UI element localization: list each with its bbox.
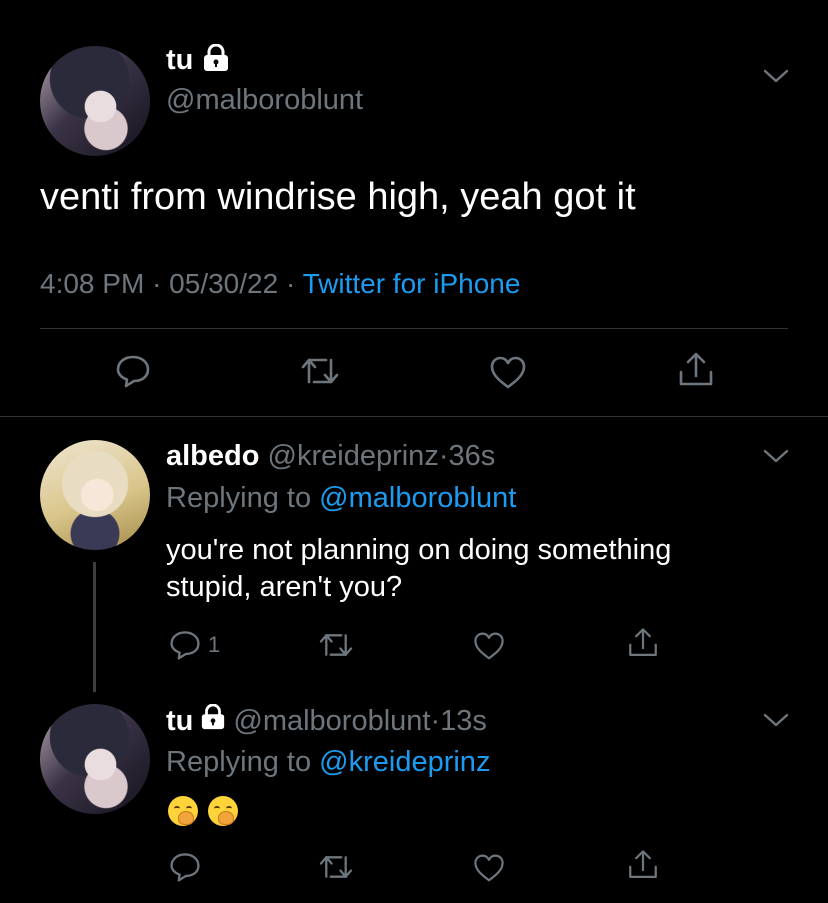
retweet-icon <box>300 354 340 388</box>
reply-count: 1 <box>208 632 221 657</box>
handle[interactable]: @malboroblunt <box>166 84 363 117</box>
share-icon <box>676 350 716 390</box>
retweet-icon <box>318 852 354 882</box>
retweet-button[interactable] <box>318 852 354 882</box>
retweet-icon <box>318 630 354 660</box>
meta-separator: · <box>430 704 441 737</box>
like-icon <box>472 852 506 883</box>
source-client-link[interactable]: Twitter for iPhone <box>303 268 521 299</box>
reply-icon <box>168 850 202 884</box>
like-button[interactable] <box>472 630 506 661</box>
face-with-hand-over-mouth-emoji <box>208 796 238 826</box>
tweet-time: 4:08 PM <box>40 268 145 299</box>
replying-to-handle[interactable]: @kreideprinz <box>319 746 490 778</box>
tweet-text-line: you're not planning on doing something <box>166 534 672 566</box>
tweet-date: 05/30/22 <box>169 268 279 299</box>
share-button[interactable] <box>626 848 660 882</box>
like-button[interactable] <box>472 852 506 883</box>
share-button[interactable] <box>676 350 716 390</box>
display-name[interactable]: tu <box>166 705 193 738</box>
handle[interactable]: @malboroblunt <box>233 705 430 737</box>
share-icon <box>626 848 660 882</box>
like-icon <box>472 630 506 661</box>
meta-separator: · <box>152 268 162 299</box>
face-with-hand-over-mouth-emoji <box>168 796 198 826</box>
meta-separator: · <box>285 268 296 299</box>
display-name[interactable]: albedo <box>166 440 259 472</box>
reply-button[interactable]: 1 <box>168 628 220 662</box>
more-options-icon[interactable] <box>762 446 790 471</box>
replying-to-handle[interactable]: @malboroblunt <box>319 482 516 514</box>
retweet-button[interactable] <box>300 354 340 388</box>
reply-button[interactable] <box>114 352 152 390</box>
share-button[interactable] <box>626 626 660 660</box>
retweet-button[interactable] <box>318 630 354 660</box>
replying-to-label: Replying to <box>166 482 312 514</box>
share-icon <box>626 626 660 660</box>
like-button[interactable] <box>488 354 528 390</box>
avatar[interactable] <box>40 440 150 550</box>
handle[interactable]: @kreideprinz <box>268 440 439 472</box>
more-options-icon[interactable] <box>762 66 790 91</box>
tweet-age: 36s <box>448 440 496 472</box>
avatar[interactable] <box>40 704 150 814</box>
avatar[interactable] <box>40 46 150 156</box>
lock-icon <box>201 43 231 77</box>
reply-icon <box>114 352 152 390</box>
divider <box>40 328 788 329</box>
like-icon <box>488 354 528 390</box>
thread-line <box>93 562 96 692</box>
lock-icon <box>199 703 227 738</box>
more-options-icon[interactable] <box>762 710 790 735</box>
reply-button[interactable] <box>168 850 202 884</box>
tweet-text-line: stupid, aren't you? <box>166 571 403 603</box>
section-divider <box>0 416 828 417</box>
display-name[interactable]: tu <box>166 44 193 77</box>
reply-icon <box>168 628 202 662</box>
replying-to-label: Replying to <box>166 746 312 778</box>
tweet-age: 13s <box>440 704 487 737</box>
tweet-text: venti from windrise high, yeah got it <box>40 176 636 218</box>
